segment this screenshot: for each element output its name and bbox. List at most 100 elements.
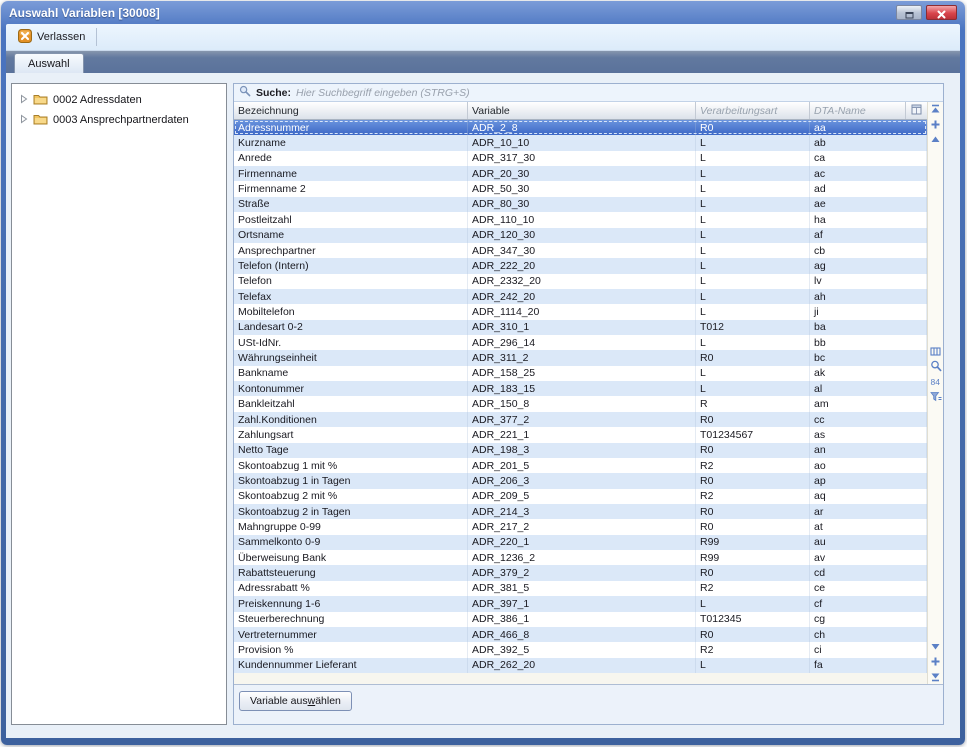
table-row[interactable]: FirmennameADR_20_30Lac — [234, 166, 927, 181]
cell-dta-name: ac — [810, 166, 927, 181]
column-chooser-button[interactable] — [906, 102, 927, 119]
table-row[interactable]: Telefon (Intern)ADR_222_20Lag — [234, 258, 927, 273]
search-input[interactable]: Suche: Hier Suchbegriff eingeben (STRG+S… — [234, 84, 943, 102]
table-row[interactable]: USt-IdNr.ADR_296_14Lbb — [234, 335, 927, 350]
columns-icon[interactable] — [929, 345, 942, 358]
records-icon[interactable]: 84 — [929, 375, 942, 388]
filter-icon[interactable] — [929, 390, 942, 403]
select-variable-button[interactable]: Variable auswählen — [239, 691, 352, 711]
table-row[interactable]: VertreternummerADR_466_8R0ch — [234, 627, 927, 642]
cell-bezeichnung: Skontoabzug 1 mit % — [234, 458, 468, 473]
expander-icon[interactable] — [20, 94, 28, 107]
table-row[interactable]: Adressrabatt %ADR_381_5R2ce — [234, 581, 927, 596]
table-row[interactable]: RabattsteuerungADR_379_2R0cd — [234, 565, 927, 580]
table-row[interactable]: TelefonADR_2332_20Llv — [234, 274, 927, 289]
cell-bezeichnung: Adressnummer — [234, 120, 468, 135]
table-row[interactable]: Landesart 0-2ADR_310_1T012ba — [234, 320, 927, 335]
table-row[interactable]: ZahlungsartADR_221_1T01234567as — [234, 427, 927, 442]
table-row[interactable]: AdressnummerADR_2_8R0aa — [234, 120, 927, 135]
table-row[interactable]: BankleitzahlADR_150_8Ram — [234, 396, 927, 411]
cell-variable: ADR_242_20 — [468, 289, 696, 304]
cell-verarbeitungsart: R99 — [696, 535, 810, 550]
table-row[interactable]: Firmenname 2ADR_50_30Lad — [234, 181, 927, 196]
cell-verarbeitungsart: R0 — [696, 565, 810, 580]
scroll-bottom-icon[interactable] — [929, 670, 942, 683]
table-row[interactable]: Überweisung BankADR_1236_2R99av — [234, 550, 927, 565]
cell-dta-name: ha — [810, 212, 927, 227]
close-button[interactable] — [926, 5, 957, 20]
column-header-bezeichnung[interactable]: Bezeichnung — [234, 102, 468, 119]
cell-variable: ADR_110_10 — [468, 212, 696, 227]
table-row[interactable]: Provision %ADR_392_5R2ci — [234, 642, 927, 657]
cell-bezeichnung: Preiskennung 1-6 — [234, 596, 468, 611]
table-row[interactable]: KontonummerADR_183_15Lal — [234, 381, 927, 396]
cell-verarbeitungsart: L — [696, 658, 810, 673]
table-row[interactable]: Skontoabzug 1 mit %ADR_201_5R2ao — [234, 458, 927, 473]
cell-bezeichnung: Telefax — [234, 289, 468, 304]
table-row[interactable]: MobiltelefonADR_1114_20Lji — [234, 304, 927, 319]
table-row[interactable]: Skontoabzug 2 in TagenADR_214_3R0ar — [234, 504, 927, 519]
exit-button[interactable]: Verlassen — [12, 27, 91, 48]
titlebar[interactable]: Auswahl Variablen [30008] — [6, 1, 960, 24]
cell-dta-name: ji — [810, 304, 927, 319]
cell-dta-name: at — [810, 519, 927, 534]
tab-strip: Auswahl — [6, 51, 960, 73]
tree-item-adressdaten[interactable]: 0002 Adressdaten — [12, 90, 226, 110]
scroll-up-icon[interactable] — [929, 133, 942, 146]
cell-verarbeitungsart: R — [696, 396, 810, 411]
column-header-dta-name[interactable]: DTA-Name — [810, 102, 906, 119]
cell-bezeichnung: Netto Tage — [234, 443, 468, 458]
scroll-down-icon[interactable] — [929, 640, 942, 653]
table-row[interactable]: WährungseinheitADR_311_2R0bc — [234, 350, 927, 365]
scroll-top-icon[interactable] — [929, 103, 942, 116]
cell-variable: ADR_80_30 — [468, 197, 696, 212]
column-header-verarbeitungsart[interactable]: Verarbeitungsart — [696, 102, 810, 119]
restore-button[interactable] — [896, 5, 922, 20]
variables-panel: Suche: Hier Suchbegriff eingeben (STRG+S… — [233, 83, 944, 725]
row-up-icon[interactable] — [929, 118, 942, 131]
table-row[interactable]: AnredeADR_317_30Lca — [234, 151, 927, 166]
cell-variable: ADR_381_5 — [468, 581, 696, 596]
table-row[interactable]: Mahngruppe 0-99ADR_217_2R0at — [234, 519, 927, 534]
table-row[interactable]: AnsprechpartnerADR_347_30Lcb — [234, 243, 927, 258]
zoom-icon[interactable] — [929, 360, 942, 373]
cell-variable: ADR_150_8 — [468, 396, 696, 411]
column-chooser-icon — [911, 104, 922, 118]
cell-variable: ADR_379_2 — [468, 565, 696, 580]
cell-verarbeitungsart: L — [696, 243, 810, 258]
cell-verarbeitungsart: L — [696, 274, 810, 289]
exit-icon — [18, 29, 32, 46]
cell-dta-name: ab — [810, 135, 927, 150]
cell-bezeichnung: Kundennummer Lieferant — [234, 658, 468, 673]
tab-auswahl[interactable]: Auswahl — [14, 53, 84, 73]
column-header-variable[interactable]: Variable — [468, 102, 696, 119]
cell-bezeichnung: Mobiltelefon — [234, 304, 468, 319]
table-row[interactable]: StraßeADR_80_30Lae — [234, 197, 927, 212]
cell-verarbeitungsart: L — [696, 135, 810, 150]
table-row[interactable]: Preiskennung 1-6ADR_397_1Lcf — [234, 596, 927, 611]
cell-variable: ADR_158_25 — [468, 366, 696, 381]
table-row[interactable]: Kundennummer LieferantADR_262_20Lfa — [234, 658, 927, 673]
table-row[interactable]: Skontoabzug 2 mit %ADR_209_5R2aq — [234, 489, 927, 504]
cell-dta-name: ce — [810, 581, 927, 596]
table-row[interactable]: Sammelkonto 0-9ADR_220_1R99au — [234, 535, 927, 550]
tree-item-ansprechpartnerdaten[interactable]: 0003 Ansprechpartnerdaten — [12, 110, 226, 130]
table-row[interactable]: BanknameADR_158_25Lak — [234, 366, 927, 381]
table-row[interactable]: OrtsnameADR_120_30Laf — [234, 228, 927, 243]
expander-icon[interactable] — [20, 114, 28, 127]
tab-label: Auswahl — [28, 58, 70, 70]
table-row[interactable]: KurznameADR_10_10Lab — [234, 135, 927, 150]
row-down-icon[interactable] — [929, 655, 942, 668]
toolbar: Verlassen — [6, 24, 960, 51]
table-row[interactable]: Skontoabzug 1 in TagenADR_206_3R0ap — [234, 473, 927, 488]
table-row[interactable]: Netto TageADR_198_3R0an — [234, 443, 927, 458]
cell-variable: ADR_209_5 — [468, 489, 696, 504]
cell-bezeichnung: Provision % — [234, 642, 468, 657]
table-row[interactable]: PostleitzahlADR_110_10Lha — [234, 212, 927, 227]
cell-bezeichnung: Landesart 0-2 — [234, 320, 468, 335]
table-row[interactable]: TelefaxADR_242_20Lah — [234, 289, 927, 304]
cell-variable: ADR_198_3 — [468, 443, 696, 458]
table-row[interactable]: SteuerberechnungADR_386_1T012345cg — [234, 612, 927, 627]
cell-dta-name: ak — [810, 366, 927, 381]
table-row[interactable]: Zahl.KonditionenADR_377_2R0cc — [234, 412, 927, 427]
